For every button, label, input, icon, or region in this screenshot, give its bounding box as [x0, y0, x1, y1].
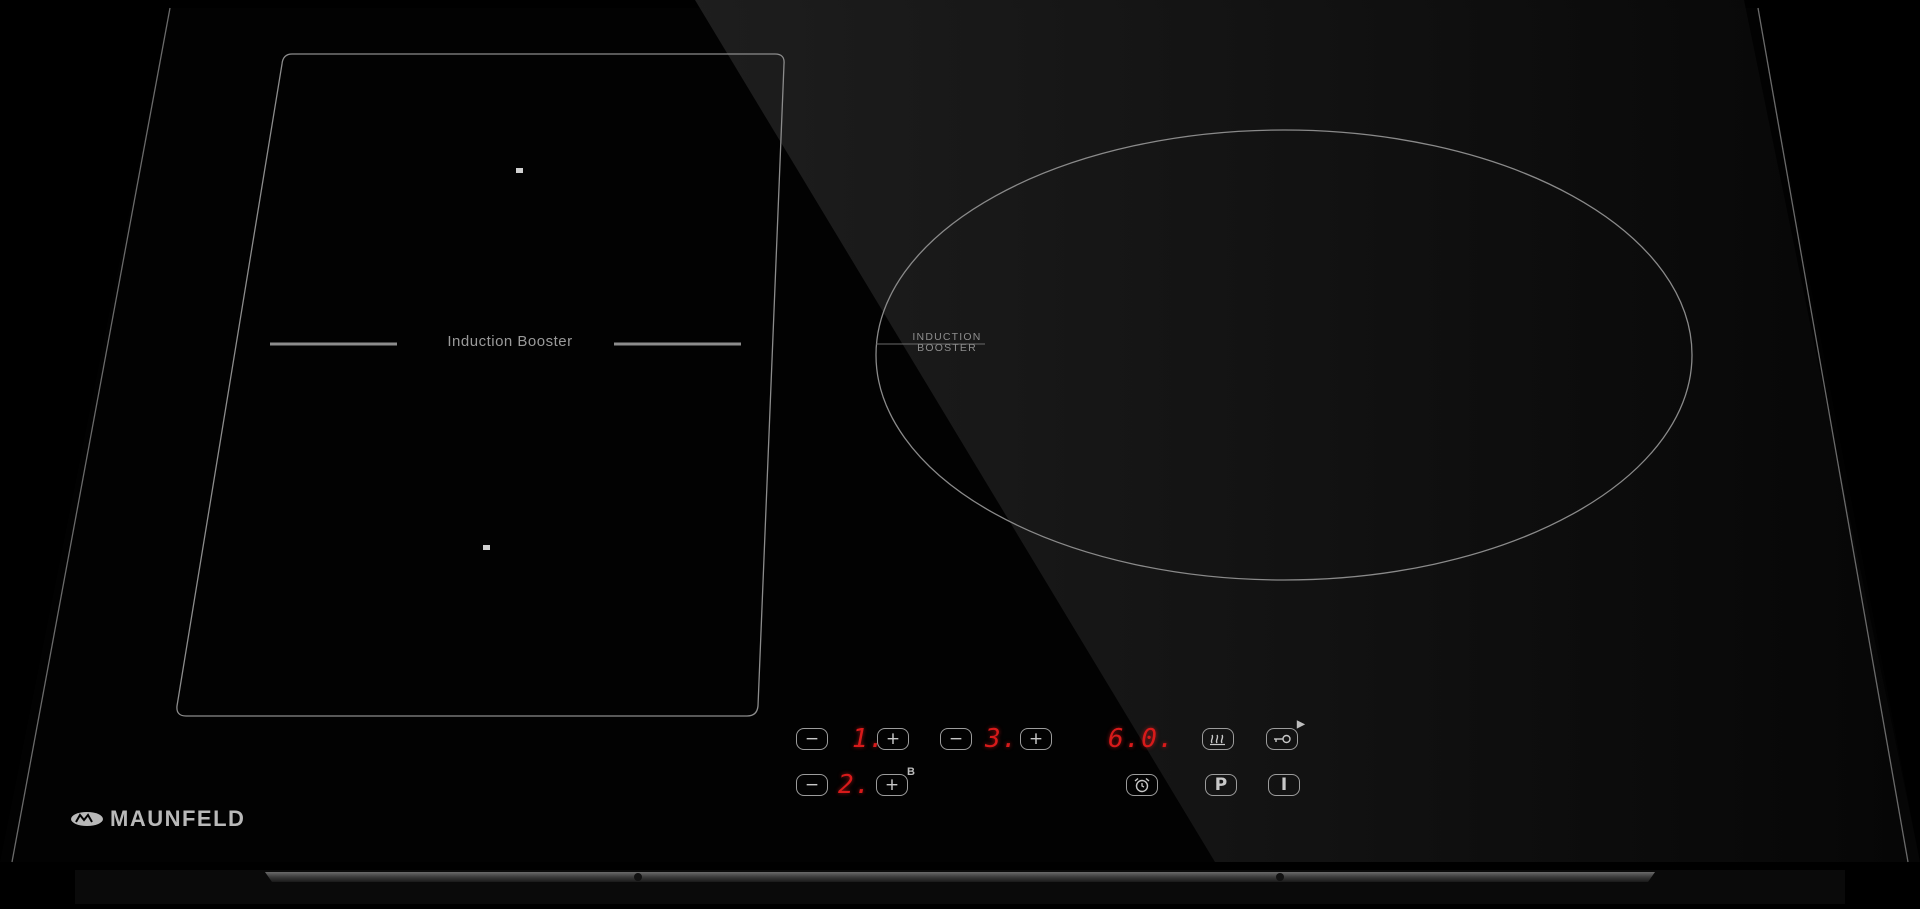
zone-marker-top [516, 168, 523, 173]
zone3-plus-button[interactable]: + [1020, 728, 1052, 750]
timer-button[interactable] [1126, 774, 1158, 796]
keep-warm-button[interactable] [1202, 728, 1234, 750]
zone2-power-display: 2. [838, 770, 872, 800]
pause-button[interactable]: P [1205, 774, 1237, 796]
key-lock-icon [1274, 734, 1291, 744]
zone2-boost-mark: B [907, 766, 915, 778]
zone-marker-bottom [483, 545, 490, 550]
zone3-power-display: 3. [985, 724, 1019, 754]
round-zone-label: INDUCTION BOOSTER [898, 332, 996, 354]
zone1-plus-button[interactable]: + [877, 728, 909, 750]
brand-logo-icon [70, 811, 104, 832]
zone2-minus-button[interactable]: − [796, 774, 828, 796]
power-button[interactable]: I [1268, 774, 1300, 796]
timer-display: 6.0. [1108, 724, 1175, 754]
zone1-minus-button[interactable]: − [796, 728, 828, 750]
brand-logo: MAUNFELD [110, 806, 246, 831]
round-zone-label-line2: BOOSTER [917, 342, 977, 354]
zone3-minus-button[interactable]: − [940, 728, 972, 750]
frame-rail [265, 872, 1655, 882]
flexi-zone-label: Induction Booster [447, 333, 573, 350]
lock-indicator-icon: ▶ [1297, 719, 1305, 730]
cooktop-photo: Induction Booster INDUCTION BOOSTER − 1.… [0, 0, 1920, 904]
keep-warm-icon [1210, 734, 1225, 746]
alarm-clock-icon [1134, 777, 1150, 793]
frame-screw-left [634, 873, 642, 881]
frame-screw-right [1276, 873, 1284, 881]
cooktop-surface [0, 0, 1920, 904]
zone2-plus-button[interactable]: + [876, 774, 908, 796]
key-lock-button[interactable] [1266, 728, 1298, 750]
